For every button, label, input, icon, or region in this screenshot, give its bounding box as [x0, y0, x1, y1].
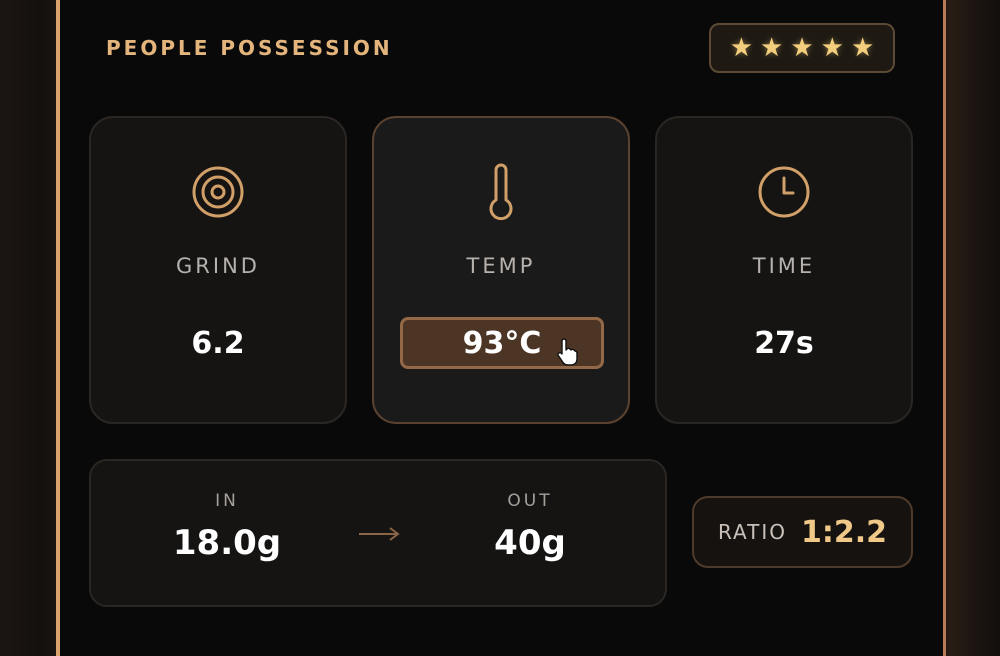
target-icon — [192, 166, 244, 218]
time-card[interactable]: TIME 27s — [655, 116, 913, 424]
star-icon[interactable]: ★ — [760, 35, 783, 61]
grind-label: GRIND — [176, 254, 260, 278]
star-icon[interactable]: ★ — [821, 35, 844, 61]
star-rating[interactable]: ★ ★ ★ ★ ★ — [709, 23, 895, 73]
grind-value: 6.2 — [191, 326, 245, 361]
time-label: TIME — [752, 254, 816, 278]
dose-in-value: 18.0g — [172, 523, 282, 563]
grind-card[interactable]: GRIND 6.2 — [89, 116, 347, 424]
temp-card[interactable]: TEMP 93°C — [372, 116, 630, 424]
temp-value: 93°C — [462, 325, 542, 361]
ratio-value: 1:2.2 — [801, 514, 888, 550]
ratio-label: RATIO — [717, 520, 788, 544]
dose-in: IN 18.0g — [127, 491, 327, 563]
dose-out: OUT 40g — [430, 491, 630, 563]
thermometer-icon — [489, 163, 513, 221]
dose-panel: IN 18.0g OUT 40g — [89, 459, 667, 607]
page-title: PEOPLE POSSESSION — [106, 36, 393, 60]
arrow-right-icon — [359, 527, 400, 541]
star-icon[interactable]: ★ — [851, 35, 874, 61]
time-value: 27s — [754, 326, 814, 361]
dose-in-label: IN — [215, 491, 239, 511]
dose-out-label: OUT — [507, 491, 553, 511]
clock-icon — [758, 166, 810, 218]
star-icon[interactable]: ★ — [730, 35, 753, 61]
hand-cursor-icon — [557, 338, 578, 366]
star-icon[interactable]: ★ — [790, 35, 813, 61]
dose-out-value: 40g — [494, 523, 566, 563]
temp-label: TEMP — [466, 254, 536, 278]
ratio-badge: RATIO 1:2.2 — [692, 496, 913, 568]
